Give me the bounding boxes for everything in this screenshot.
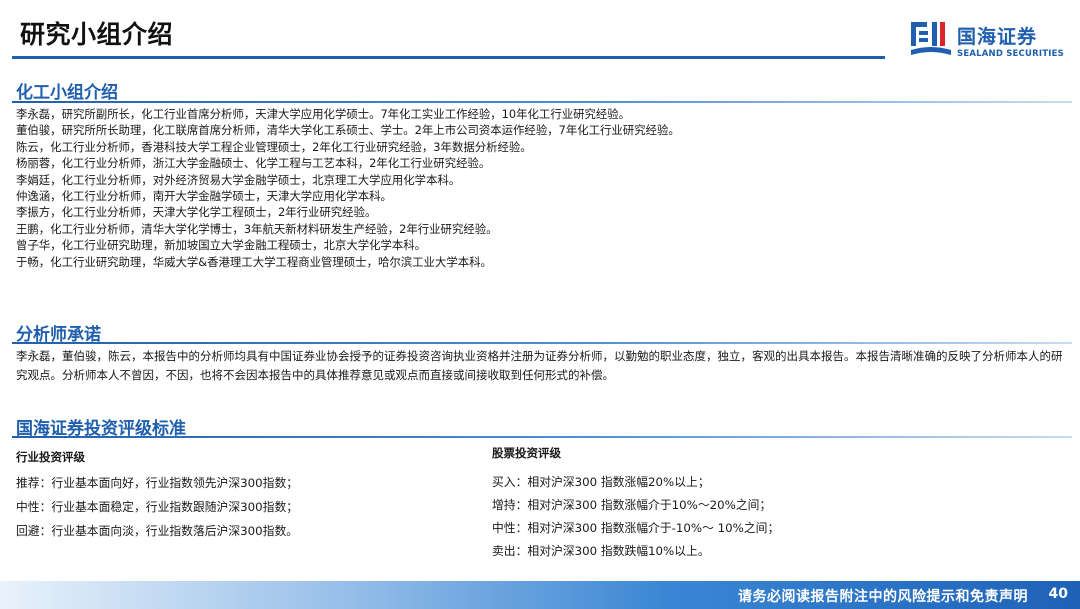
risk-disclaimer: 请务必阅读报告附注中的风险提示和免责声明 <box>738 589 1028 605</box>
industry-rating-item: 推荐：行业基本面向好，行业指数领先沪深300指数； <box>16 476 299 490</box>
page-header: 研究小组介绍 国海证券 SEALAND SECURITIES <box>0 0 1080 62</box>
rating-section-divider <box>12 436 1072 438</box>
stock-rating-item: 增持：相对沪深300 指数涨幅介于10%～20%之间； <box>492 498 772 512</box>
list-item: 李娟廷，化工行业分析师，对外经济贸易大学金融学硕士，北京理工大学应用化学本科。 <box>16 172 461 187</box>
list-item: 陈云，化工行业分析师，香港科技大学工程企业管理硕士，2年化工行业研究经验，3年数… <box>16 139 532 154</box>
list-item: 于畅，化工行业研究助理，华威大学&香港理工大学工程商业管理硕士，哈尔滨工业大学本… <box>16 254 492 269</box>
stock-rating-item: 中性：相对沪深300 指数涨幅介于-10%～ 10%之间； <box>492 521 780 535</box>
brand-logo: 国海证券 SEALAND SECURITIES <box>910 20 1075 62</box>
list-item: 仲逸涵，化工行业分析师，南开大学金融学硕士，天津大学应用化学本科。 <box>16 189 392 204</box>
list-item: 李振方，化工行业分析师，天津大学化学工程硕士，2年行业研究经验。 <box>16 205 377 220</box>
industry-rating-heading: 行业投资评级 <box>16 450 85 464</box>
team-section-title: 化工小组介绍 <box>16 83 118 103</box>
list-item: 李永磊，研究所副所长，化工行业首席分析师，天津大学应用化学硕士。7年化工实业工作… <box>16 107 631 121</box>
team-section-divider <box>12 101 1072 103</box>
sealand-logo-icon <box>911 22 951 55</box>
stock-rating-item: 卖出：相对沪深300 指数跌幅10%以上。 <box>492 544 710 558</box>
logo-name: 国海证券 <box>957 26 1038 48</box>
commitment-section-divider <box>12 342 1072 344</box>
team-member-list: 李永磊，研究所副所长，化工行业首席分析师，天津大学应用化学硕士。7年化工实业工作… <box>16 106 1066 270</box>
list-item: 王鹏，化工行业分析师，清华大学化学博士，3年航天新材料研发生产经验，2年行业研究… <box>16 221 498 236</box>
page-title: 研究小组介绍 <box>20 20 174 49</box>
page-footer: 请务必阅读报告附注中的风险提示和免责声明 40 <box>0 581 1080 609</box>
page-number: 40 <box>1048 586 1068 602</box>
industry-rating-item: 中性：行业基本面稳定，行业指数跟随沪深300指数； <box>16 500 299 514</box>
industry-rating-item: 回避：行业基本面向淡，行业指数落后沪深300指数。 <box>16 524 299 538</box>
list-item: 董伯骏，研究所所长助理，化工联席首席分析师，清华大学化工系硕士、学士。2年上市公… <box>16 123 680 138</box>
stock-rating-heading: 股票投资评级 <box>492 446 561 460</box>
list-item: 曾子华，化工行业研究助理，新加坡国立大学金融工程硕士，北京大学化学本科。 <box>16 238 427 253</box>
stock-rating-item: 买入：相对沪深300 指数涨幅20%以上； <box>492 475 710 489</box>
list-item: 杨丽蓉，化工行业分析师，浙江大学金融硕士、化学工程与工艺本科，2年化工行业研究经… <box>16 156 491 171</box>
logo-subtitle: SEALAND SECURITIES <box>957 49 1064 59</box>
title-divider <box>12 56 885 59</box>
analyst-commitment-text: 李永磊，董伯骏，陈云，本报告中的分析师均具有中国证券业协会授予的证券投资咨询执业… <box>16 349 1063 382</box>
